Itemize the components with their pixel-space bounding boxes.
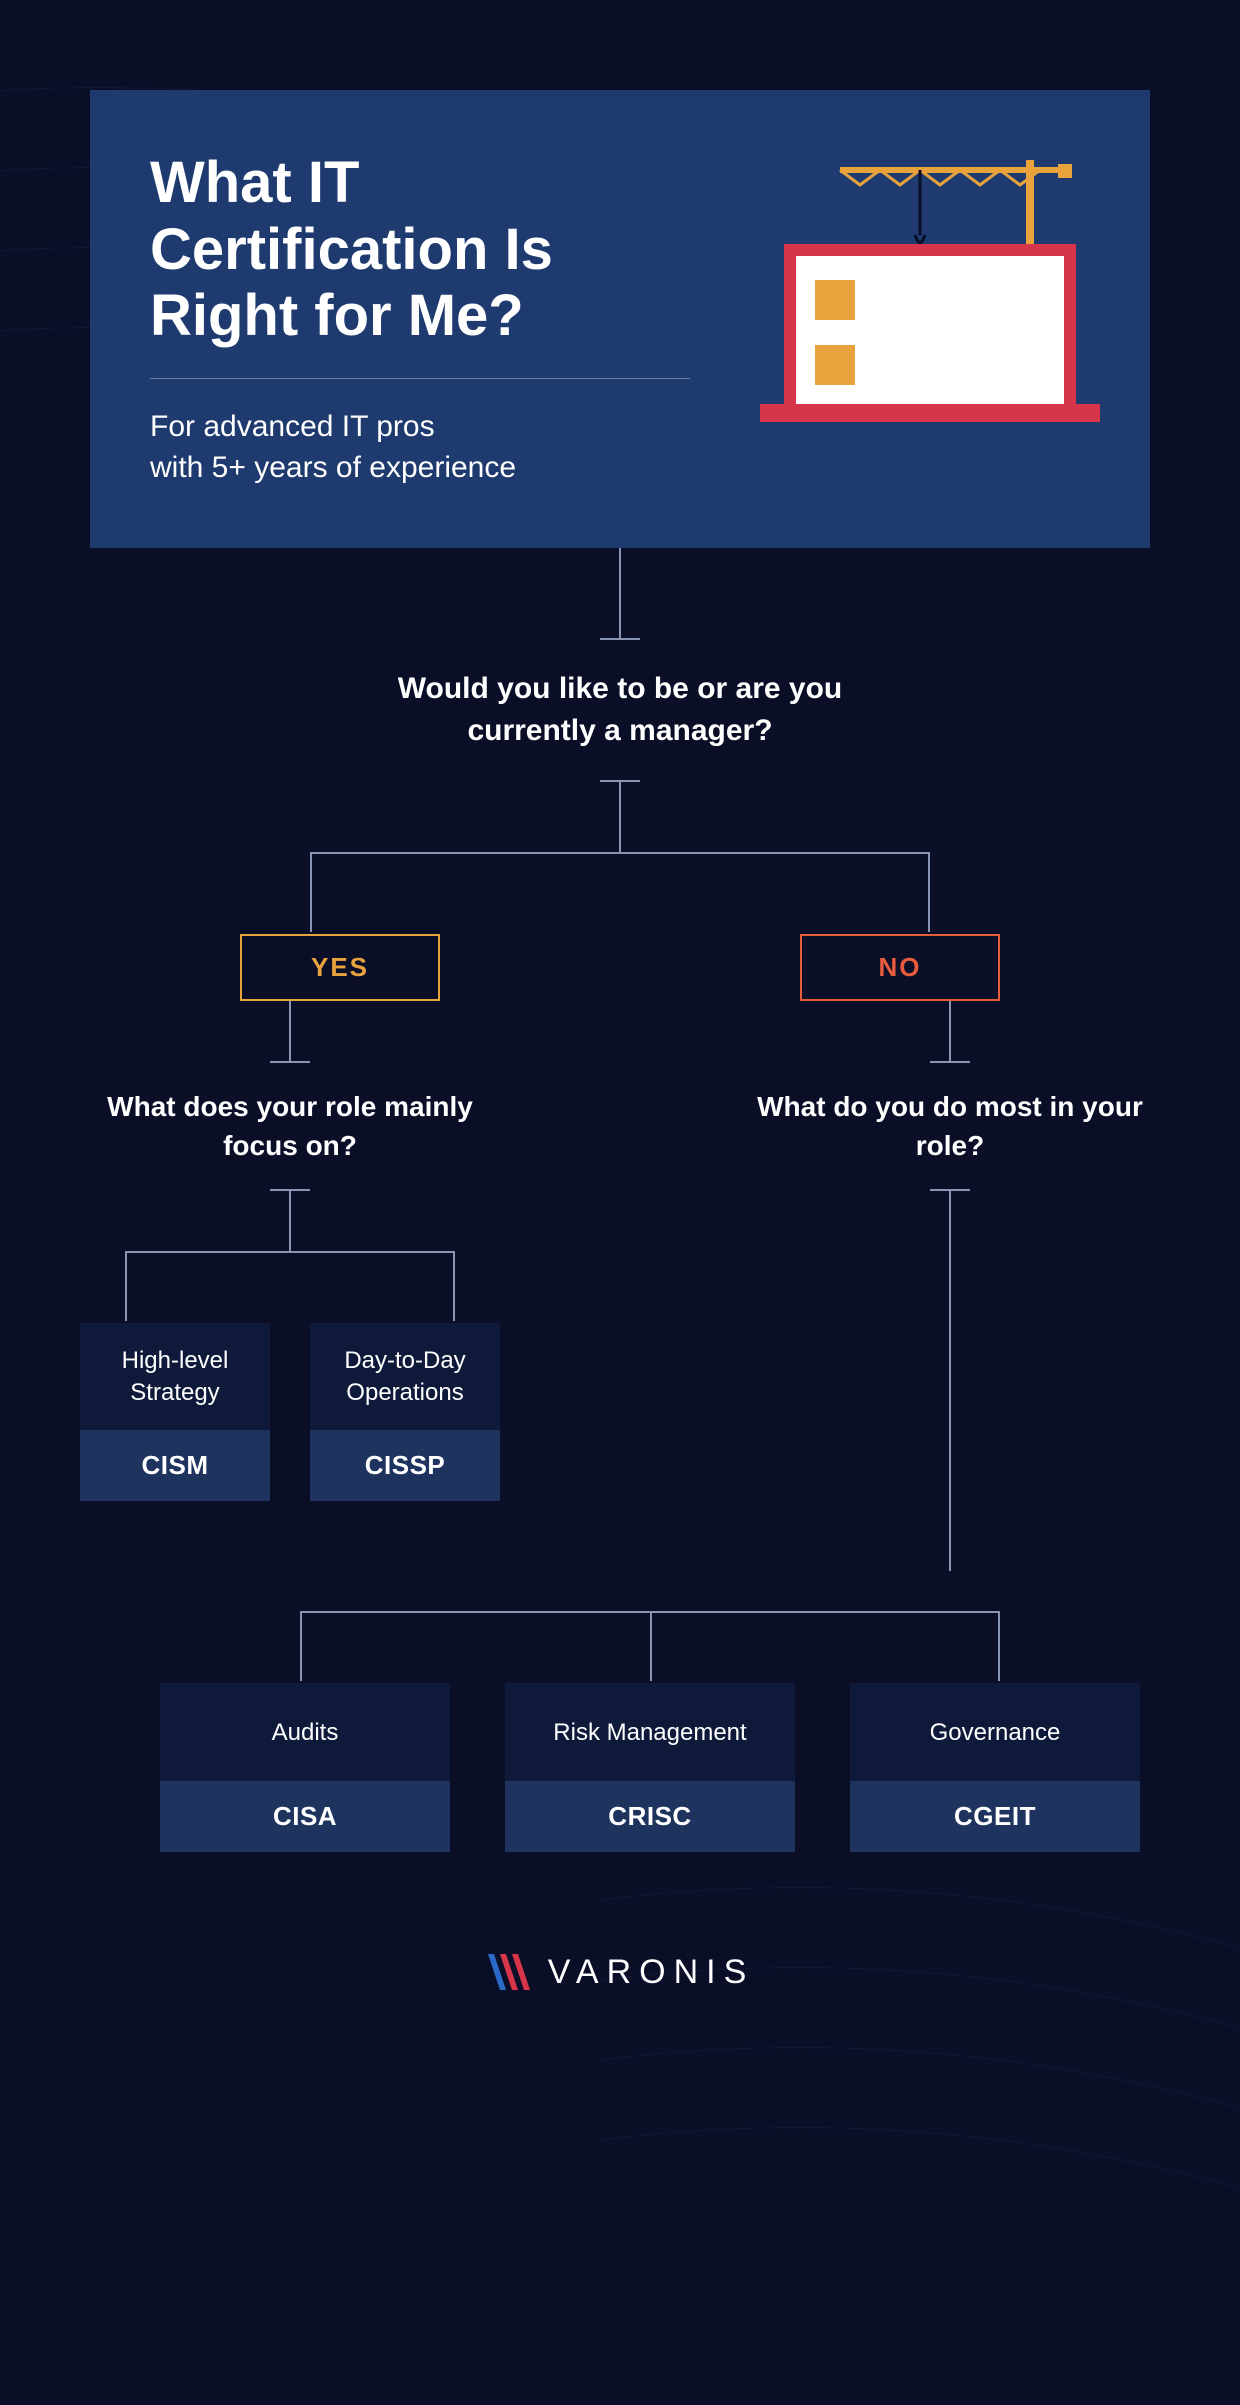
result-label: Audits — [160, 1683, 450, 1781]
no-column: What do you do most in your role? — [740, 1001, 1160, 1571]
question-yes-focus: What does your role mainly focus on? — [80, 1087, 500, 1165]
question-no-role: What do you do most in your role? — [740, 1087, 1160, 1165]
header-subtitle-line2: with 5+ years of experience — [150, 451, 516, 484]
result-card: High-level Strategy CISM — [80, 1323, 270, 1500]
header-title: What IT Certification Is Right for Me? — [150, 150, 690, 350]
header-card: What IT Certification Is Right for Me? F… — [90, 90, 1150, 548]
varonis-logo-icon — [486, 1952, 534, 1992]
branch-line — [300, 1611, 1000, 1613]
result-cert: CRISC — [505, 1781, 795, 1852]
yes-results: High-level Strategy CISM Day-to-Day Oper… — [80, 1323, 500, 1500]
no-branch-split: Audits CISA Risk Management CRISC Govern… — [90, 1611, 1150, 1852]
yes-no-row: YES NO — [240, 934, 1000, 1001]
branch-line — [310, 852, 930, 854]
result-card: Audits CISA — [160, 1683, 450, 1852]
result-label: Day-to-Day Operations — [310, 1323, 500, 1429]
connector — [619, 782, 621, 852]
connector — [619, 548, 621, 638]
result-card: Day-to-Day Operations CISSP — [310, 1323, 500, 1500]
question-manager: Would you like to be or are you currentl… — [340, 668, 900, 752]
brand-name: VARONIS — [548, 1953, 755, 1992]
result-label: Risk Management — [505, 1683, 795, 1781]
crane-building-icon — [730, 150, 1100, 430]
connector-tick — [600, 638, 640, 640]
result-cert: CISSP — [310, 1430, 500, 1501]
header-subtitle-line1: For advanced IT pros — [150, 410, 435, 443]
brand-logo: VARONIS — [90, 1952, 1150, 1997]
answer-yes: YES — [240, 934, 440, 1001]
result-cert: CISA — [160, 1781, 450, 1852]
result-card: Governance CGEIT — [850, 1683, 1140, 1852]
no-results: Audits CISA Risk Management CRISC Govern… — [90, 1683, 1140, 1852]
result-label: High-level Strategy — [80, 1323, 270, 1429]
sub-questions: What does your role mainly focus on? Hig… — [140, 1001, 1100, 1571]
result-cert: CGEIT — [850, 1781, 1140, 1852]
header-subtitle: For advanced IT pros with 5+ years of ex… — [150, 407, 690, 488]
result-label: Governance — [850, 1683, 1140, 1781]
header-divider — [150, 378, 690, 379]
yes-column: What does your role mainly focus on? Hig… — [80, 1001, 500, 1571]
branch-line — [125, 1251, 455, 1253]
answer-no: NO — [800, 934, 1000, 1001]
result-card: Risk Management CRISC — [505, 1683, 795, 1852]
result-cert: CISM — [80, 1430, 270, 1501]
